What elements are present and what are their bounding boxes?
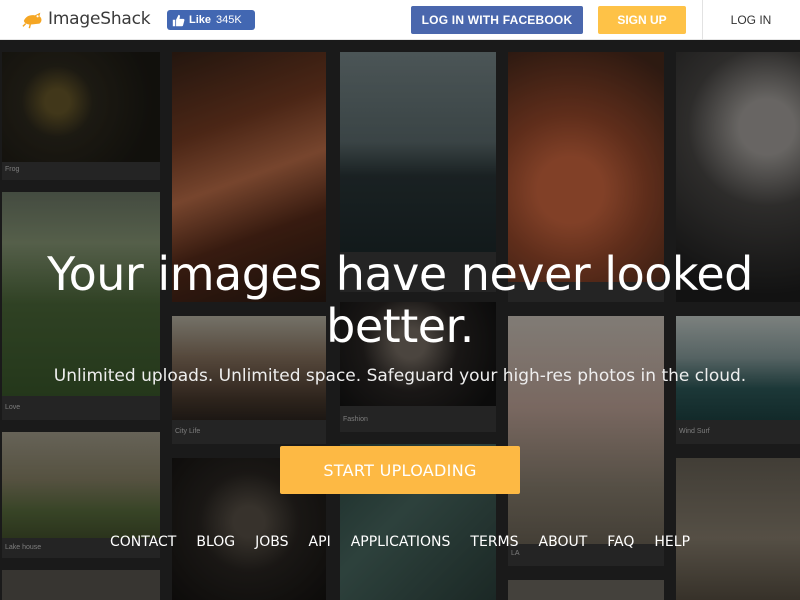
footer-nav: CONTACT BLOG JOBS API APPLICATIONS TERMS… [0,534,800,550]
fb-like-label: Like [189,14,212,26]
facebook-like-button[interactable]: Like 345K [167,10,255,30]
signup-button[interactable]: SIGN UP [598,6,686,34]
footer-link-jobs[interactable]: JOBS [245,534,298,550]
hero-section: Your images have never looked better. Un… [0,40,800,600]
header-divider [702,0,703,40]
logo-text: ImageShack [48,9,151,29]
hero-subline: Unlimited uploads. Unlimited space. Safe… [53,366,747,386]
login-with-facebook-button[interactable]: LOG IN WITH FACEBOOK [411,6,583,34]
footer-link-terms[interactable]: TERMS [460,534,528,550]
footer-link-applications[interactable]: APPLICATIONS [341,534,461,550]
frog-icon [22,12,42,29]
imageshack-logo[interactable]: ImageShack [22,8,151,30]
footer-link-api[interactable]: API [299,534,341,550]
fb-like-count: 345K [216,14,242,26]
footer-link-blog[interactable]: BLOG [186,534,245,550]
footer-link-faq[interactable]: FAQ [597,534,644,550]
start-uploading-button[interactable]: START UPLOADING [280,446,520,494]
login-button[interactable]: LOG IN [712,0,790,40]
footer-link-help[interactable]: HELP [644,534,700,550]
footer-link-contact[interactable]: CONTACT [100,534,186,550]
hero-headline: Your images have never looked better. [47,247,753,353]
thumbs-up-icon [172,14,185,26]
top-header: ImageShack Like 345K LOG IN WITH FACEBOO… [0,0,800,40]
footer-link-about[interactable]: ABOUT [529,534,598,550]
